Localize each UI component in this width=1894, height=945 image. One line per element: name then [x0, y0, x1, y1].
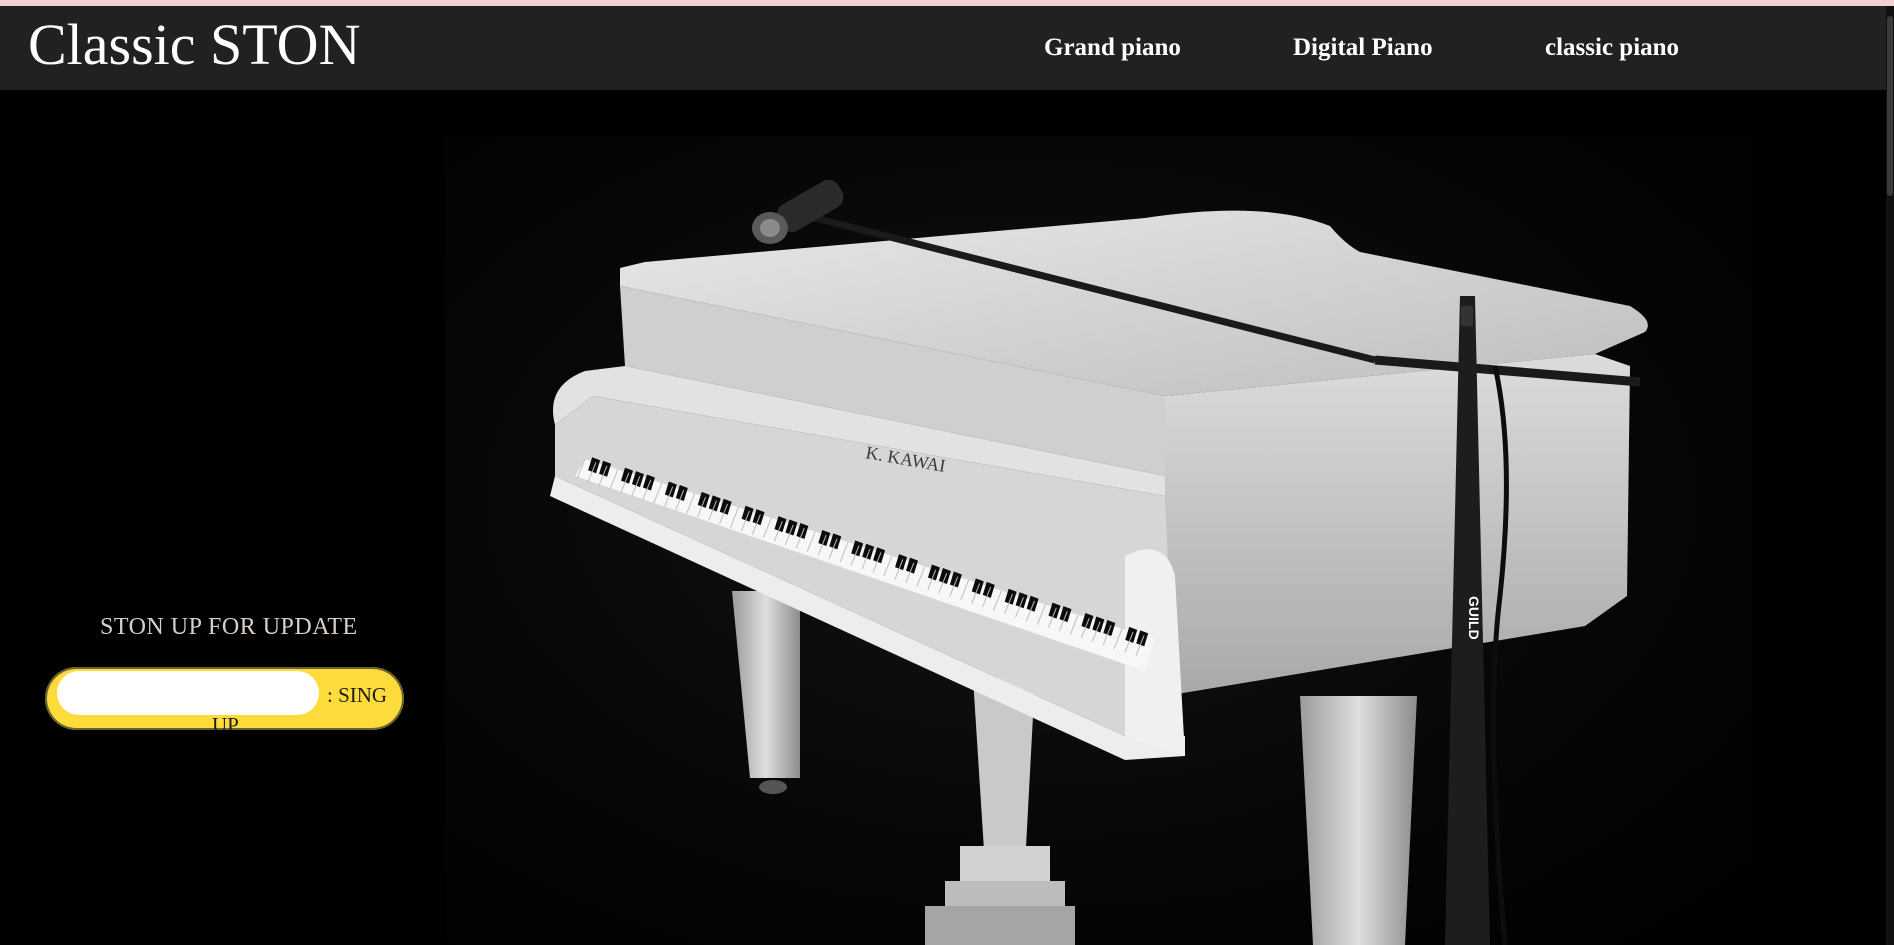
grand-piano-illustration: K. KAWAI GUILD	[550, 179, 1648, 945]
brand-logo[interactable]: Classic STON	[28, 16, 360, 74]
signup-button[interactable]: : SING	[327, 680, 403, 711]
signup-button-wrap-text: UP	[212, 718, 239, 730]
nav-link-grand-piano[interactable]: Grand piano	[1044, 34, 1181, 62]
scrollbar[interactable]	[1886, 6, 1894, 945]
navbar: Classic STON Grand piano Digital Piano c…	[0, 6, 1894, 90]
scrollbar-thumb[interactable]	[1887, 16, 1893, 196]
nav-link-classic-piano[interactable]: classic piano	[1545, 34, 1679, 62]
mic-stand-label: GUILD	[1466, 596, 1482, 640]
email-input[interactable]	[57, 671, 319, 715]
signup-title: STON UP FOR UPDATE	[100, 614, 358, 640]
nav-link-digital-piano[interactable]: Digital Piano	[1293, 34, 1433, 62]
hero-image-grand-piano: K. KAWAI GUILD	[445, 136, 1753, 945]
